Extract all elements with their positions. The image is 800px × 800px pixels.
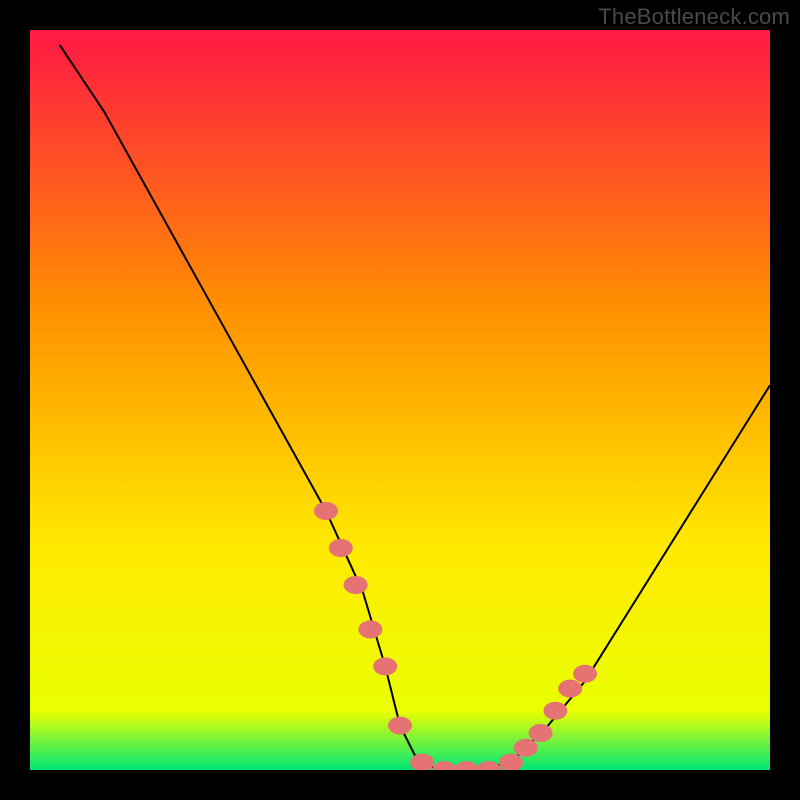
marker-point <box>314 502 338 520</box>
marker-point <box>358 620 382 638</box>
marker-point <box>573 665 597 683</box>
marker-point <box>329 539 353 557</box>
watermark-text: TheBottleneck.com <box>598 4 790 30</box>
chart-svg <box>30 30 770 770</box>
marker-point <box>514 739 538 757</box>
marker-point <box>344 576 368 594</box>
chart-canvas <box>30 30 770 770</box>
marker-point <box>558 680 582 698</box>
marker-point <box>529 724 553 742</box>
marker-point <box>373 657 397 675</box>
marker-point <box>543 702 567 720</box>
marker-point <box>388 717 412 735</box>
gradient-background <box>30 30 770 770</box>
